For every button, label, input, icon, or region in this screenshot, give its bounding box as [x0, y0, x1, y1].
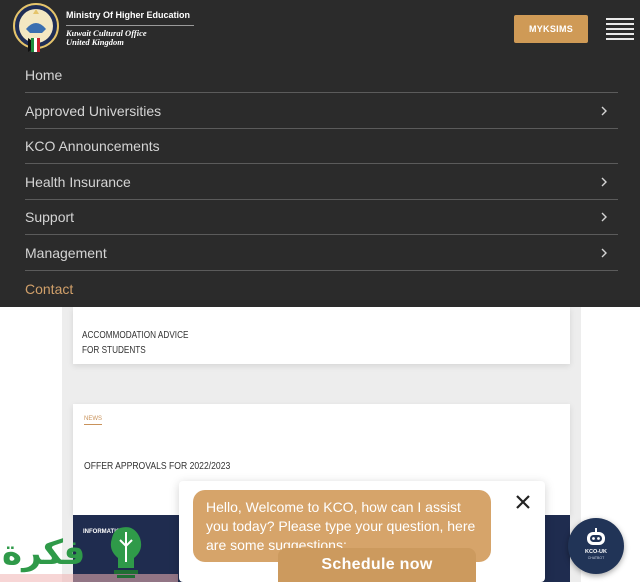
nav-item-contact[interactable]: Contact	[25, 271, 618, 306]
watermark-logo-text: فكرة	[2, 533, 86, 573]
nav-item-kco-announcements[interactable]: KCO Announcements	[25, 129, 618, 165]
chevron-right-icon[interactable]	[598, 176, 610, 188]
menu-icon-bar	[606, 38, 634, 40]
chatbot-label: KCO-UK	[585, 549, 607, 555]
card-title-line: ACCOMMODATION ADVICE	[82, 330, 189, 341]
menu-icon[interactable]	[606, 16, 634, 40]
chevron-right-icon[interactable]	[598, 247, 610, 259]
chatbot-launcher[interactable]: KCO-UK CHATBOT	[568, 518, 624, 574]
logo-divider	[66, 25, 194, 26]
logo-title: Ministry Of Higher Education	[66, 10, 191, 20]
main-nav-dropdown: Home Approved Universities KCO Announcem…	[0, 58, 640, 307]
chatbot-sublabel: CHATBOT	[587, 556, 605, 560]
news-card-accommodation[interactable]: ACCOMMODATION ADVICE FOR STUDENTS	[73, 307, 570, 364]
watermark-lightbulb-icon	[110, 527, 142, 578]
site-header: Ministry Of Higher Education Kuwait Cult…	[0, 0, 640, 58]
myksims-button[interactable]: MYKSIMS	[514, 15, 588, 43]
menu-icon-bar	[606, 28, 634, 30]
kuwait-emblem-logo[interactable]	[12, 2, 62, 54]
nav-item-label: Support	[25, 209, 75, 226]
menu-icon-bar	[606, 33, 634, 35]
close-icon[interactable]	[513, 492, 533, 512]
nav-item-health-insurance[interactable]: Health Insurance	[25, 165, 618, 201]
nav-item-label: KCO Announcements	[25, 138, 160, 155]
schedule-now-button[interactable]: Schedule now	[278, 548, 476, 582]
menu-icon-bar	[606, 23, 634, 25]
news-tag: NEWS	[84, 416, 102, 425]
nav-item-support[interactable]: Support	[25, 200, 618, 236]
card-title[interactable]: ACCOMMODATION ADVICE FOR STUDENTS	[82, 328, 188, 358]
nav-item-management[interactable]: Management	[25, 236, 618, 272]
chevron-right-icon[interactable]	[598, 211, 610, 223]
card-title[interactable]: OFFER APPROVALS FOR 2022/2023	[84, 460, 230, 472]
menu-icon-bar	[606, 18, 634, 20]
robot-icon	[587, 528, 605, 545]
card-title-line: FOR STUDENTS	[82, 345, 146, 356]
nav-item-label: Approved Universities	[25, 103, 162, 120]
nav-item-approved-universities[interactable]: Approved Universities	[25, 94, 618, 130]
logo-subtitle: Kuwait Cultural Office United Kingdom	[66, 29, 147, 47]
nav-item-home[interactable]: Home	[25, 58, 618, 94]
nav-item-label: Home	[25, 67, 63, 84]
nav-item-label: Contact	[25, 280, 74, 297]
logo-subtitle-line2: United Kingdom	[66, 37, 124, 47]
chevron-right-icon[interactable]	[598, 105, 610, 117]
nav-item-label: Management	[25, 245, 107, 262]
nav-item-label: Health Insurance	[25, 174, 131, 191]
